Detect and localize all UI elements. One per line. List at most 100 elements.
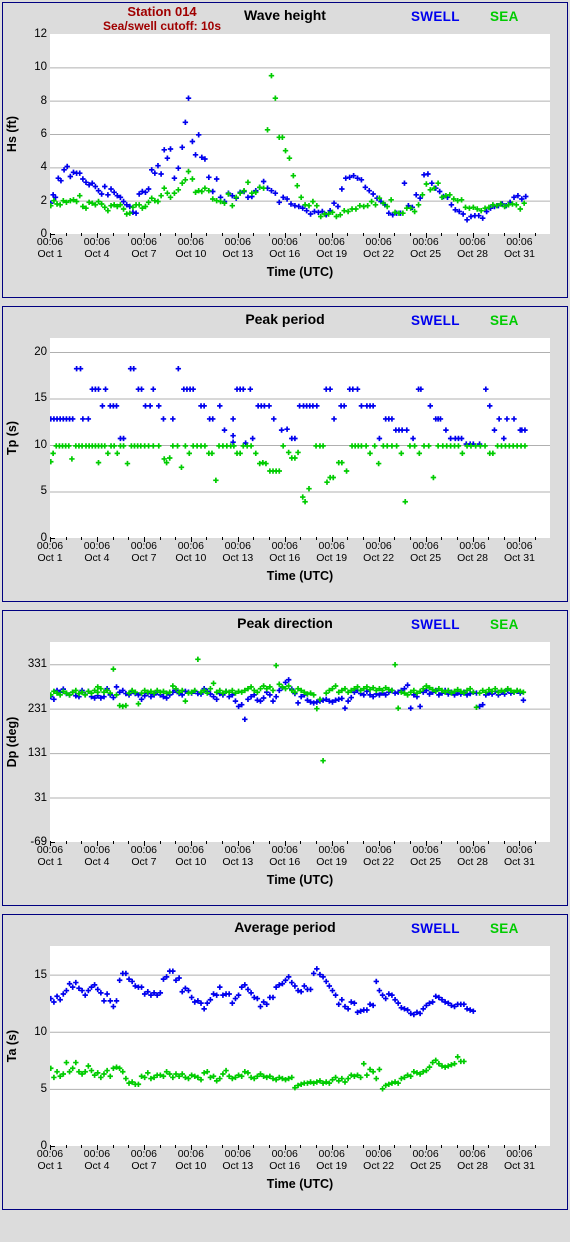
x-minor-tick [441, 1145, 443, 1148]
legend-sea: SEA [490, 313, 519, 328]
x-minor-tick [175, 233, 177, 236]
y-axis-ticks: 0 2 4 6 8 10 12 [15, 28, 55, 240]
x-major-tick [237, 841, 239, 846]
x-minor-tick [81, 1145, 83, 1148]
legend-swell: SWELL [411, 921, 460, 936]
x-major-tick [50, 233, 51, 238]
plot-area [50, 34, 550, 234]
legend-sea: SEA [490, 617, 519, 632]
x-tick-label: 00:06 Oct 16 [269, 844, 301, 868]
y-tick-label: 2 [40, 194, 47, 207]
x-major-tick [190, 537, 192, 542]
x-minor-tick [253, 233, 255, 236]
x-minor-tick [269, 537, 271, 540]
x-minor-tick [535, 1145, 537, 1148]
x-tick-label: 00:06 Oct 28 [457, 1148, 488, 1172]
x-axis-ticks: 00:06 Oct 1 00:06 Oct 4 00:06 Oct 7 00:06 Oct 1… [37, 841, 550, 871]
x-tick-label: 00:06 Oct 10 [175, 236, 207, 260]
x-major-tick [425, 537, 427, 542]
x-tick-label: 00:06 Oct 1 [36, 540, 64, 564]
legend-swell: SWELL [411, 617, 460, 632]
x-axis-label: Time (UTC) [266, 873, 334, 887]
x-minor-tick [347, 537, 349, 540]
x-minor-tick [300, 1145, 302, 1148]
x-tick-label: 00:06 Oct 10 [175, 1148, 207, 1172]
y-tick-label: 4 [40, 161, 47, 174]
x-minor-tick [222, 233, 224, 236]
y-tick-label: 231 [27, 702, 47, 715]
x-tick-label: 00:06 Oct 13 [222, 236, 254, 260]
x-minor-tick [535, 537, 537, 540]
x-minor-tick [456, 841, 458, 844]
x-major-tick [378, 537, 380, 542]
x-minor-tick [316, 841, 318, 844]
x-major-tick [472, 233, 474, 238]
y-tick-label: 5 [40, 1082, 47, 1095]
x-major-tick [378, 233, 380, 238]
x-minor-tick [128, 841, 130, 844]
x-major-tick [143, 1145, 145, 1150]
x-minor-tick [316, 233, 318, 236]
x-minor-tick [112, 537, 114, 540]
x-tick-label: 00:06 Oct 31 [504, 540, 535, 564]
x-minor-tick [394, 841, 396, 844]
panel-peak-period: Peak period SWELL SEA Tp (s) 0 5 10 15 20 00… [2, 306, 568, 602]
x-minor-tick [409, 233, 411, 236]
x-major-tick [425, 233, 427, 238]
x-tick-label: 00:06 Oct 25 [410, 540, 442, 564]
x-tick-label: 00:06 Oct 31 [504, 1148, 535, 1172]
x-major-tick [284, 537, 286, 542]
x-minor-tick [503, 537, 505, 540]
x-tick-label: 00:06 Oct 10 [175, 540, 207, 564]
x-minor-tick [362, 841, 364, 844]
x-minor-tick [488, 537, 490, 540]
x-tick-label: 00:06 Oct 19 [316, 1148, 348, 1172]
x-major-tick [96, 537, 98, 542]
x-minor-tick [362, 537, 364, 540]
x-minor-tick [488, 841, 490, 844]
x-minor-tick [394, 537, 396, 540]
x-major-tick [284, 233, 286, 238]
x-minor-tick [300, 537, 302, 540]
x-tick-label: 00:06 Oct 22 [363, 540, 395, 564]
x-major-tick [50, 537, 51, 542]
x-minor-tick [456, 233, 458, 236]
x-tick-label: 00:06 Oct 16 [269, 236, 301, 260]
x-minor-tick [112, 233, 114, 236]
x-tick-label: 00:06 Oct 22 [363, 844, 395, 868]
x-minor-tick [128, 233, 130, 236]
x-minor-tick [394, 233, 396, 236]
x-minor-tick [535, 233, 537, 236]
x-major-tick [472, 537, 474, 542]
x-tick-label: 00:06 Oct 4 [83, 844, 111, 868]
x-major-tick [96, 841, 98, 846]
x-minor-tick [456, 1145, 458, 1148]
x-major-tick [472, 1145, 474, 1150]
x-minor-tick [159, 233, 161, 236]
x-major-tick [143, 233, 145, 238]
x-major-tick [331, 1145, 333, 1150]
x-minor-tick [253, 537, 255, 540]
panel-title: Average period [234, 919, 336, 935]
x-minor-tick [81, 841, 83, 844]
y-tick-label: 10 [34, 61, 47, 74]
x-tick-label: 00:06 Oct 10 [175, 844, 207, 868]
y-tick-label: 6 [40, 128, 47, 140]
x-tick-label: 00:06 Oct 16 [269, 1148, 301, 1172]
legend-swell: SWELL [411, 9, 460, 24]
x-tick-label: 00:06 Oct 19 [316, 236, 348, 260]
x-minor-tick [488, 1145, 490, 1148]
x-major-tick [237, 1145, 239, 1150]
y-tick-label: 5 [40, 485, 47, 498]
plot-area [50, 946, 550, 1146]
x-minor-tick [65, 841, 67, 844]
y-axis-ticks: 0 5 10 15 20 [15, 338, 55, 544]
x-axis-label: Time (UTC) [266, 265, 334, 279]
x-minor-tick [65, 233, 67, 236]
y-tick-label: 131 [27, 747, 47, 760]
x-minor-tick [300, 233, 302, 236]
y-tick-label: 10 [34, 1025, 47, 1038]
x-major-tick [50, 841, 51, 846]
x-minor-tick [206, 1145, 208, 1148]
y-tick-label: 15 [34, 392, 47, 405]
